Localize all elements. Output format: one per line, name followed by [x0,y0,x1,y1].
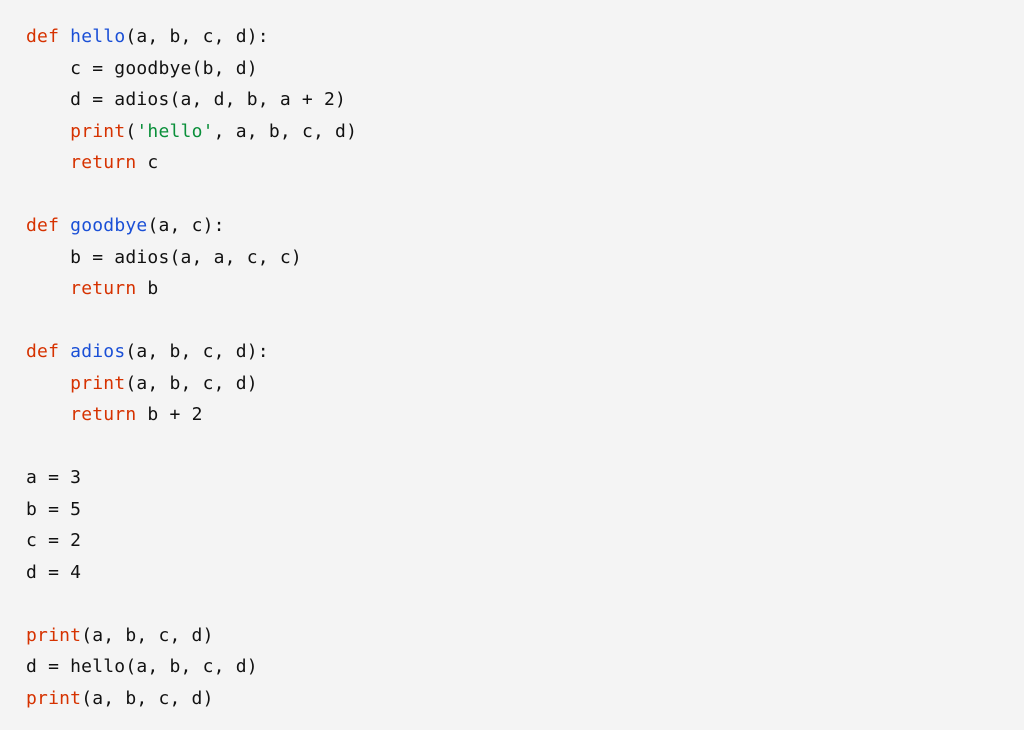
code-block: def hello(a, b, c, d): c = goodbye(b, d)… [0,0,1024,730]
code-content: def hello(a, b, c, d): c = goodbye(b, d)… [26,26,357,709]
